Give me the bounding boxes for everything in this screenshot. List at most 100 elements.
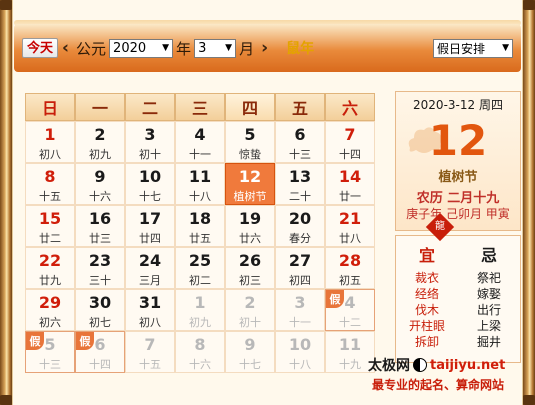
- day-cell[interactable]: 18 廿五: [175, 205, 225, 247]
- lunar-day: 初三: [239, 274, 261, 287]
- lunar-day: 初八: [39, 148, 61, 161]
- day-cell[interactable]: 假 4 十二: [325, 289, 375, 331]
- day-number: 11: [188, 167, 212, 186]
- today-button[interactable]: 今天: [22, 38, 59, 58]
- day-cell[interactable]: 9 十七: [225, 331, 275, 373]
- chevron-right-icon[interactable]: ›: [261, 38, 268, 58]
- calendar-grid: 1 初八 2 初九 3 初十 4 十一 5 惊蛰 6 十三 7 十四 8 十五 9 十六 10 十七 11 十八 12 植树节…: [25, 121, 375, 373]
- day-cell[interactable]: 25 初二: [175, 247, 225, 289]
- day-cell[interactable]: 31 初八: [125, 289, 175, 331]
- selected-date: 2020-3-12 周四: [413, 98, 503, 112]
- weekday-label: 一: [75, 93, 125, 121]
- selected-day-term: 植树节: [438, 170, 478, 185]
- day-cell[interactable]: 6 十三: [275, 121, 325, 163]
- day-cell[interactable]: 3 初十: [125, 121, 175, 163]
- yi-title: 宜: [418, 246, 435, 265]
- day-cell[interactable]: 9 十六: [75, 163, 125, 205]
- day-cell[interactable]: 11 十八: [175, 163, 225, 205]
- day-cell[interactable]: 26 初三: [225, 247, 275, 289]
- lunar-day: 初五: [339, 274, 361, 287]
- ji-item: 嫁娶: [476, 287, 501, 301]
- day-cell[interactable]: 8 十五: [25, 163, 75, 205]
- yi-ji-panel: 宜 裁衣 经络 伐木 开柱眼 拆卸 忌 祭祀 嫁娶 出行 上梁 掘井: [395, 235, 521, 363]
- lunar-day: 初十: [139, 148, 161, 161]
- lunar-day: 十八: [189, 190, 211, 203]
- day-cell[interactable]: 30 初七: [75, 289, 125, 331]
- day-cell[interactable]: 13 二十: [275, 163, 325, 205]
- day-number: 29: [38, 293, 62, 312]
- yi-column: 宜 裁衣 经络 伐木 开柱眼 拆卸: [396, 236, 458, 362]
- day-cell-selected[interactable]: 12 植树节: [225, 163, 275, 205]
- day-number: 9: [94, 167, 106, 186]
- weekday-header: 日一二三四五六: [25, 93, 375, 121]
- lunar-day: 初七: [89, 316, 111, 329]
- weekday-label: 六: [325, 93, 375, 121]
- day-cell[interactable]: 21 廿八: [325, 205, 375, 247]
- day-cell[interactable]: 4 十一: [175, 121, 225, 163]
- day-cell[interactable]: 23 三十: [75, 247, 125, 289]
- day-number: 1: [194, 293, 206, 312]
- lunar-day: 廿四: [139, 232, 161, 245]
- brand-slogan: 最专业的起名、算命网站: [372, 378, 505, 392]
- holiday-select[interactable]: 假日安排 ▼: [433, 38, 513, 58]
- day-number: 8: [44, 167, 56, 186]
- day-cell[interactable]: 15 廿二: [25, 205, 75, 247]
- day-cell[interactable]: 27 初四: [275, 247, 325, 289]
- day-cell[interactable]: 20 春分: [275, 205, 325, 247]
- day-number: 10: [138, 167, 162, 186]
- lunar-day: 三月: [139, 274, 161, 287]
- lunar-day: 春分: [289, 232, 311, 245]
- day-cell[interactable]: 17 廿四: [125, 205, 175, 247]
- lunar-day: 廿三: [89, 232, 111, 245]
- day-number: 3: [294, 293, 306, 312]
- day-cell[interactable]: 29 初六: [25, 289, 75, 331]
- day-number: 11: [338, 335, 362, 354]
- day-cell[interactable]: 28 初五: [325, 247, 375, 289]
- lunar-day: 初二: [189, 274, 211, 287]
- lunar-day: 初四: [289, 274, 311, 287]
- day-cell[interactable]: 22 廿九: [25, 247, 75, 289]
- day-number: 27: [288, 251, 312, 270]
- day-cell[interactable]: 2 初九: [75, 121, 125, 163]
- year-select[interactable]: 2020 ▼: [109, 38, 174, 58]
- lunar-day: 十三: [39, 358, 61, 371]
- day-cell[interactable]: 假 5 十三: [25, 331, 75, 373]
- chevron-left-icon[interactable]: ‹: [62, 38, 69, 58]
- lunar-day: 十五: [39, 190, 61, 203]
- day-cell[interactable]: 1 初九: [175, 289, 225, 331]
- day-cell[interactable]: 1 初八: [25, 121, 75, 163]
- day-cell[interactable]: 3 十一: [275, 289, 325, 331]
- day-cell[interactable]: 2 初十: [225, 289, 275, 331]
- yi-item: 开柱眼: [408, 319, 445, 333]
- day-cell[interactable]: 假 6 十四: [75, 331, 125, 373]
- lunar-day: 十八: [289, 358, 311, 371]
- day-cell[interactable]: 8 十六: [175, 331, 225, 373]
- lunar-day: 十五: [139, 358, 161, 371]
- ganzhi-date: 庚子年 己卯月 甲寅: [406, 207, 510, 221]
- day-cell[interactable]: 10 十八: [275, 331, 325, 373]
- day-number: 8: [194, 335, 206, 354]
- brand-logo[interactable]: 太极网 taijiyu.net: [368, 354, 524, 376]
- day-number: 3: [144, 125, 156, 144]
- day-cell[interactable]: 19 廿六: [225, 205, 275, 247]
- day-cell[interactable]: 16 廿三: [75, 205, 125, 247]
- holiday-select-value: 假日安排: [437, 41, 486, 56]
- lunar-day: 廿六: [239, 232, 261, 245]
- day-cell[interactable]: 14 廿一: [325, 163, 375, 205]
- day-number: 6: [94, 335, 106, 354]
- day-cell[interactable]: 7 十五: [125, 331, 175, 373]
- day-cell[interactable]: 7 十四: [325, 121, 375, 163]
- day-number: 15: [38, 209, 62, 228]
- lunar-day: 十四: [89, 358, 111, 371]
- day-cell[interactable]: 5 惊蛰: [225, 121, 275, 163]
- ji-title: 忌: [480, 246, 497, 265]
- month-select[interactable]: 3 ▼: [194, 38, 237, 58]
- lunar-day: 十六: [189, 358, 211, 371]
- day-cell[interactable]: 24 三月: [125, 247, 175, 289]
- brand-url: taijiyu.net: [430, 357, 506, 373]
- zodiac-year: 鼠年: [286, 41, 315, 57]
- month-value: 3: [198, 40, 207, 56]
- day-cell[interactable]: 10 十七: [125, 163, 175, 205]
- lunar-day: 十七: [239, 358, 261, 371]
- holiday-badge: 假: [26, 332, 44, 350]
